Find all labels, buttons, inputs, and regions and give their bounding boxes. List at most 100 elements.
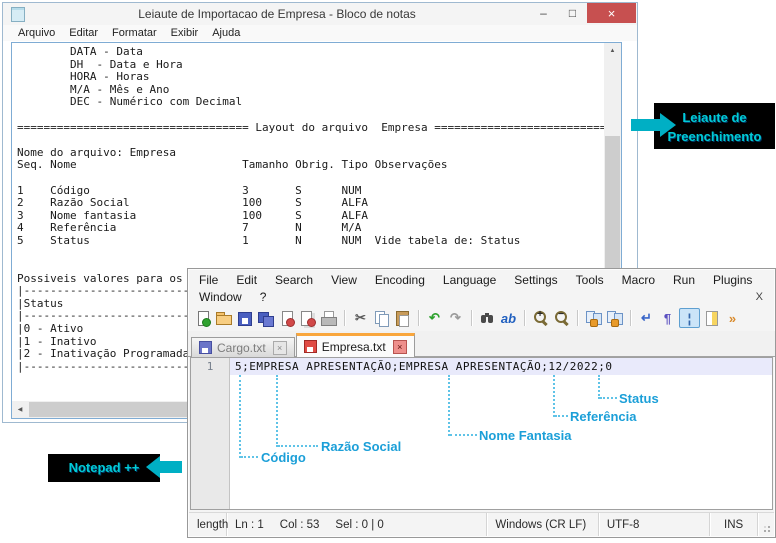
annotation-line-status [598, 375, 600, 399]
replace-icon[interactable]: ab [499, 309, 518, 327]
field-label-codigo: Código [261, 450, 306, 465]
lock-glyph [611, 319, 619, 327]
notepad-window-title: Leiaute de Importacao de Empresa - Bloco… [25, 7, 529, 21]
toolbar-separator [418, 310, 419, 326]
window-caption-buttons: – □ × [529, 3, 636, 23]
scroll-up-icon[interactable]: ▲ [604, 43, 621, 59]
maximize-button[interactable]: □ [558, 3, 587, 23]
save-icon[interactable] [235, 309, 254, 327]
zoom-in-icon[interactable]: + [531, 309, 550, 327]
close-file-icon[interactable] [277, 309, 296, 327]
right-arrow-icon [631, 119, 661, 131]
annotation-line-nome-fantasia [448, 375, 450, 436]
npp-toolbar: ✂ ↶ ↷ ab + − ↵ ¶ ¦ » [188, 305, 775, 331]
toolbar-separator [471, 310, 472, 326]
status-line: Ln : 1 [235, 519, 264, 531]
menu-ajuda[interactable]: Ajuda [205, 27, 247, 39]
menu-settings[interactable]: Settings [505, 273, 566, 287]
scroll-left-icon[interactable]: ◀ [12, 401, 28, 418]
find-icon[interactable] [478, 309, 497, 327]
notepad-app-icon [11, 7, 25, 22]
save-all-icon[interactable] [256, 309, 275, 327]
editor-line-text[interactable]: 5;EMPRESA APRESENTAÇÃO;EMPRESA APRESENTA… [230, 360, 613, 373]
show-all-characters-icon[interactable]: ¶ [658, 309, 677, 327]
line-number-gutter: 1 [191, 358, 230, 509]
minimize-button[interactable]: – [529, 3, 558, 23]
menu-window[interactable]: Window [190, 290, 251, 304]
field-label-referencia: Referência [570, 409, 636, 424]
desktop: Leiaute de Importacao de Empresa - Bloco… [0, 0, 776, 543]
tab-label: Cargo.txt [217, 341, 266, 355]
indent-guide-icon[interactable]: ¦ [679, 308, 700, 328]
status-doc-info: length [189, 513, 227, 536]
menu-language[interactable]: Language [434, 273, 505, 287]
toolbar-separator [577, 310, 578, 326]
menu-exibir[interactable]: Exibir [164, 27, 206, 39]
npp-tabbar: Cargo.txt × Empresa.txt × [188, 331, 775, 357]
toolbar-separator [524, 310, 525, 326]
copy-icon[interactable] [372, 309, 391, 327]
minus-glyph: − [556, 309, 566, 320]
left-arrow-icon [146, 456, 160, 478]
annotation-leader-codigo [241, 456, 258, 458]
annotation-leader-razao-social [278, 445, 318, 447]
document-map-icon[interactable] [702, 309, 721, 327]
zoom-out-icon[interactable]: − [552, 309, 571, 327]
toolbar-overflow-icon[interactable]: » [723, 309, 742, 327]
tab-cargo[interactable]: Cargo.txt × [191, 337, 295, 357]
menu-run[interactable]: Run [664, 273, 704, 287]
menu-file[interactable]: File [190, 273, 227, 287]
undo-icon[interactable]: ↶ [425, 309, 444, 327]
status-selection: Sel : 0 | 0 [335, 519, 383, 531]
tab-empresa[interactable]: Empresa.txt × [296, 333, 415, 357]
menu-formatar[interactable]: Formatar [105, 27, 164, 39]
menu-plugins[interactable]: Plugins [704, 273, 761, 287]
notepad-titlebar[interactable]: Leiaute de Importacao de Empresa - Bloco… [3, 3, 637, 25]
menu-arquivo[interactable]: Arquivo [11, 27, 62, 39]
annotation-line-referencia [553, 375, 555, 417]
tab-label: Empresa.txt [322, 340, 386, 354]
sync-vertical-scroll-icon[interactable] [584, 309, 603, 327]
annotation-leader-status [600, 397, 617, 399]
line-number: 1 [207, 360, 214, 373]
menu-macro[interactable]: Macro [613, 273, 664, 287]
annotation-leader-referencia [555, 415, 568, 417]
status-eol-format: Windows (CR LF) [487, 513, 598, 536]
tab-close-icon[interactable]: × [273, 341, 287, 355]
menu-help[interactable]: ? [251, 290, 276, 304]
menu-edit[interactable]: Edit [227, 273, 266, 287]
npp-menu-row-2: Window ? X [188, 288, 775, 305]
paste-icon[interactable] [393, 309, 412, 327]
new-file-icon[interactable] [193, 309, 212, 327]
close-all-icon[interactable] [298, 309, 317, 327]
current-line-highlight: 5;EMPRESA APRESENTAÇÃO;EMPRESA APRESENTA… [230, 358, 772, 375]
status-encoding: UTF-8 [599, 513, 710, 536]
plus-glyph: + [535, 309, 545, 320]
left-arrow-icon [160, 461, 182, 473]
toolbar-separator [630, 310, 631, 326]
annotation-leader-nome-fantasia [450, 434, 477, 436]
right-arrow-icon [660, 113, 676, 137]
open-file-icon[interactable] [214, 309, 233, 327]
resize-grip[interactable] [758, 513, 774, 536]
status-column: Col : 53 [280, 519, 320, 531]
grip-dots-icon [768, 530, 770, 532]
menu-editar[interactable]: Editar [62, 27, 105, 39]
menu-encoding[interactable]: Encoding [366, 273, 434, 287]
word-wrap-icon[interactable]: ↵ [637, 309, 656, 327]
close-document-x-icon[interactable]: X [756, 291, 775, 303]
saved-file-icon [199, 341, 212, 354]
redo-icon[interactable]: ↷ [446, 309, 465, 327]
annotation-line-codigo [239, 375, 241, 458]
menu-search[interactable]: Search [266, 273, 322, 287]
menu-tools[interactable]: Tools [567, 273, 613, 287]
field-label-status: Status [619, 391, 659, 406]
npp-statusbar: length Ln : 1 Col : 53 Sel : 0 | 0 Windo… [189, 512, 774, 536]
close-button[interactable]: × [587, 3, 636, 23]
tab-close-icon[interactable]: × [393, 340, 407, 354]
print-icon[interactable] [319, 309, 338, 327]
menu-view[interactable]: View [322, 273, 366, 287]
sync-horizontal-scroll-icon[interactable] [605, 309, 624, 327]
cut-icon[interactable]: ✂ [351, 309, 370, 327]
field-label-nome-fantasia: Nome Fantasia [479, 428, 571, 443]
